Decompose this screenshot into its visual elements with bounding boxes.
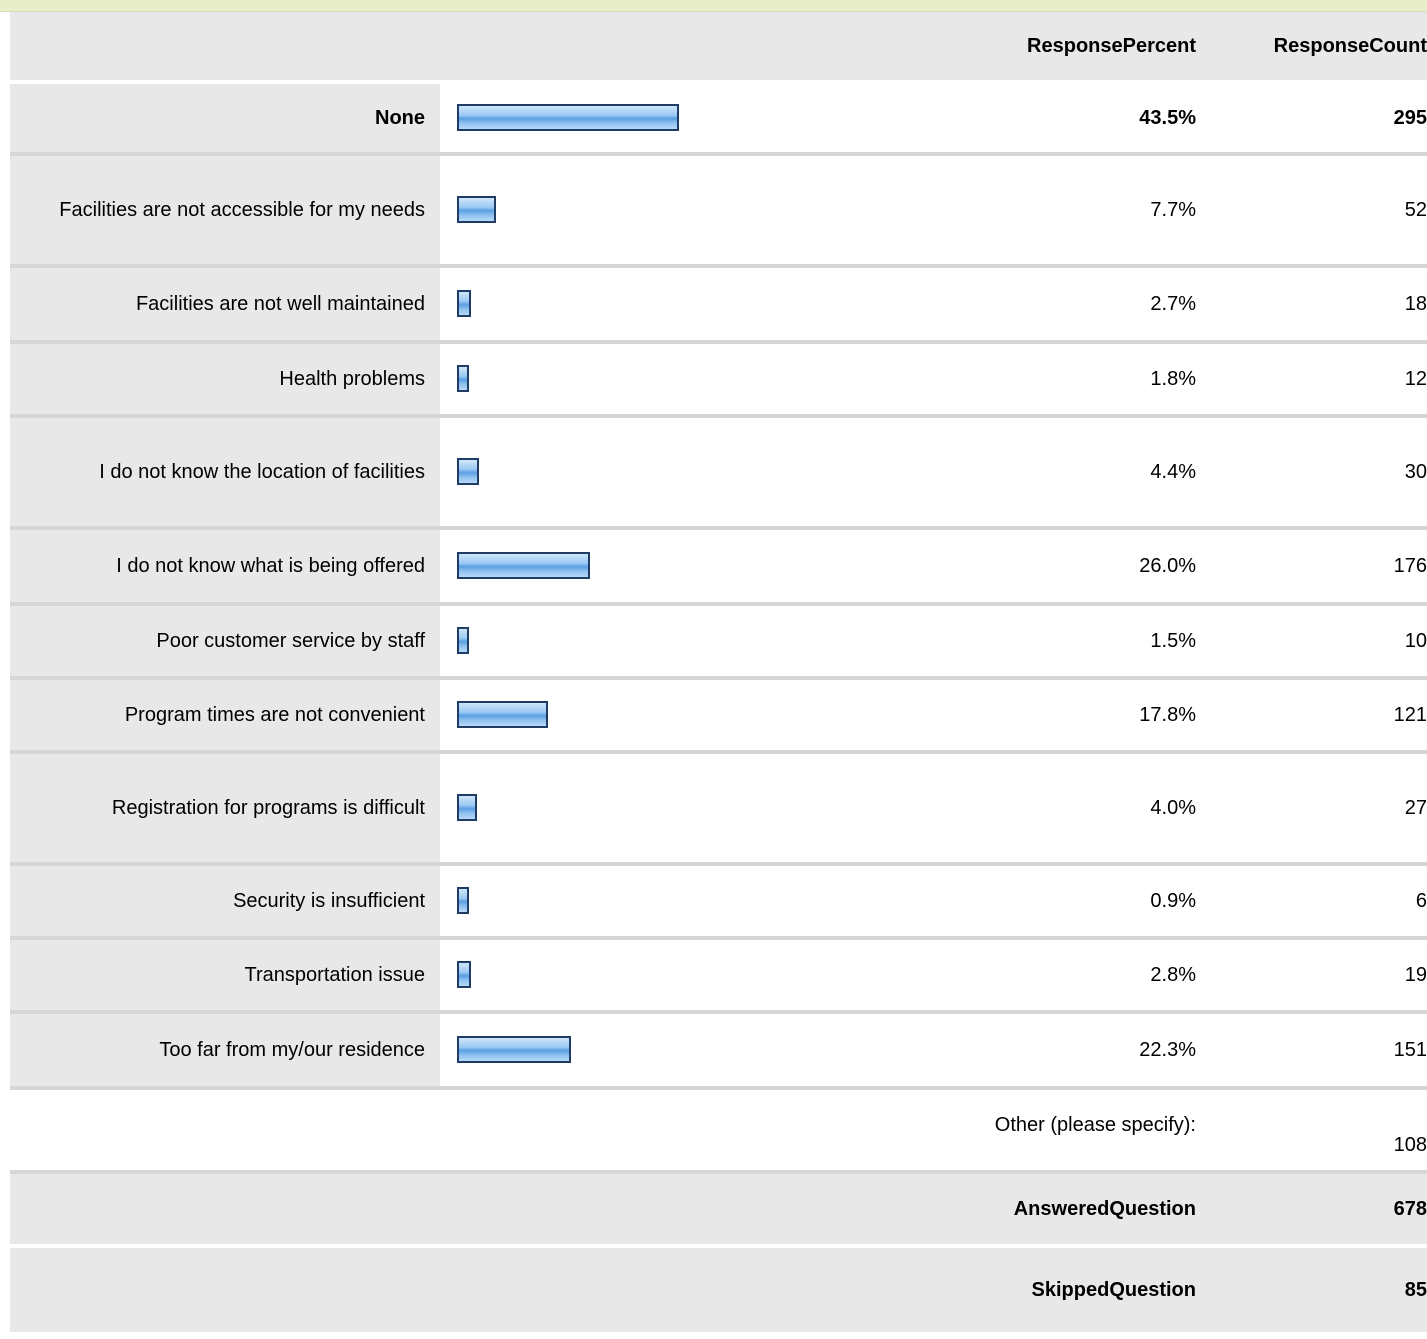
response-percent: 17.8% <box>1139 703 1196 726</box>
answer-label: Security is insufficient <box>10 866 440 936</box>
response-count-header: ResponseCount <box>1273 34 1427 57</box>
response-percent: 2.8% <box>1150 963 1196 986</box>
answered-question-row: AnsweredQuestion 678 <box>10 1174 1427 1246</box>
answer-label: I do not know what is being offered <box>10 530 440 602</box>
other-row: Other (please specify): 108 <box>10 1090 1427 1174</box>
response-bar <box>457 196 496 223</box>
table-row: Security is insufficient 0.9% 6 <box>10 866 1427 940</box>
survey-results-page: ResponsePercent ResponseCount None 43.5% 2… <box>0 0 1427 1339</box>
response-count: 27 <box>1404 796 1427 819</box>
response-count: 176 <box>1393 554 1427 577</box>
response-percent: 2.7% <box>1150 292 1196 315</box>
table-row: I do not know the location of facilities… <box>10 418 1427 530</box>
response-bar <box>457 961 471 988</box>
other-label[interactable]: Other (please specify): <box>910 1090 1196 1174</box>
table-row: Too far from my/our residence 22.3% 151 <box>10 1014 1427 1090</box>
response-bar <box>457 627 469 654</box>
response-bar <box>457 552 590 579</box>
answered-question-count: 678 <box>1393 1197 1427 1220</box>
response-count: 12 <box>1404 367 1427 390</box>
response-bar <box>457 1036 571 1063</box>
answer-label: Facilities are not well maintained <box>10 268 440 340</box>
response-percent: 1.5% <box>1150 629 1196 652</box>
response-percent: 1.8% <box>1150 367 1196 390</box>
response-count: 19 <box>1404 963 1427 986</box>
skipped-question-label: SkippedQuestion <box>1031 1278 1196 1301</box>
answer-label: Program times are not convenient <box>10 680 440 750</box>
response-bar <box>457 290 471 317</box>
response-count: 151 <box>1393 1038 1427 1061</box>
answer-label: Too far from my/our residence <box>10 1014 440 1086</box>
response-bar <box>457 701 548 728</box>
response-bar <box>457 887 469 914</box>
response-bar <box>457 794 477 821</box>
response-percent: 26.0% <box>1139 554 1196 577</box>
table-row: Transportation issue 2.8% 19 <box>10 940 1427 1014</box>
answer-label: Transportation issue <box>10 940 440 1010</box>
response-count: 121 <box>1393 703 1427 726</box>
response-percent-header: ResponsePercent <box>1027 34 1196 57</box>
top-band <box>0 0 1427 12</box>
response-count: 52 <box>1404 198 1427 221</box>
response-percent: 22.3% <box>1139 1038 1196 1061</box>
response-count: 10 <box>1404 629 1427 652</box>
skipped-question-row: SkippedQuestion 85 <box>10 1248 1427 1332</box>
answer-label: Facilities are not accessible for my nee… <box>10 156 440 264</box>
table-row: Health problems 1.8% 12 <box>10 344 1427 418</box>
response-count: 295 <box>1393 106 1427 129</box>
answer-label: Health problems <box>10 344 440 414</box>
table-row: Program times are not convenient 17.8% 121 <box>10 680 1427 754</box>
response-count: 18 <box>1404 292 1427 315</box>
response-percent: 7.7% <box>1150 198 1196 221</box>
response-bar <box>457 104 679 131</box>
answer-label: None <box>10 84 440 152</box>
response-percent: 0.9% <box>1150 889 1196 912</box>
answered-question-label: AnsweredQuestion <box>1013 1197 1196 1220</box>
response-percent: 4.0% <box>1150 796 1196 819</box>
other-count: 108 <box>1393 1134 1427 1156</box>
table-row: I do not know what is being offered 26.0%… <box>10 530 1427 606</box>
response-bar <box>457 365 469 392</box>
table-row: None 43.5% 295 <box>10 84 1427 156</box>
response-percent: 4.4% <box>1150 460 1196 483</box>
answer-label: Registration for programs is difficult <box>10 754 440 862</box>
table-row: Facilities are not well maintained 2.7% 18 <box>10 268 1427 344</box>
response-percent: 43.5% <box>1139 106 1196 129</box>
answer-label: I do not know the location of facilities <box>10 418 440 526</box>
table-row: Poor customer service by staff 1.5% 10 <box>10 606 1427 680</box>
answer-label: Poor customer service by staff <box>10 606 440 676</box>
response-count: 6 <box>1415 889 1427 912</box>
table-row: Registration for programs is difficult 4.… <box>10 754 1427 866</box>
table-row: Facilities are not accessible for my nee… <box>10 156 1427 268</box>
response-count: 30 <box>1404 460 1427 483</box>
table-header-row: ResponsePercent ResponseCount <box>10 12 1427 82</box>
skipped-question-count: 85 <box>1404 1278 1427 1301</box>
response-bar <box>457 458 479 485</box>
